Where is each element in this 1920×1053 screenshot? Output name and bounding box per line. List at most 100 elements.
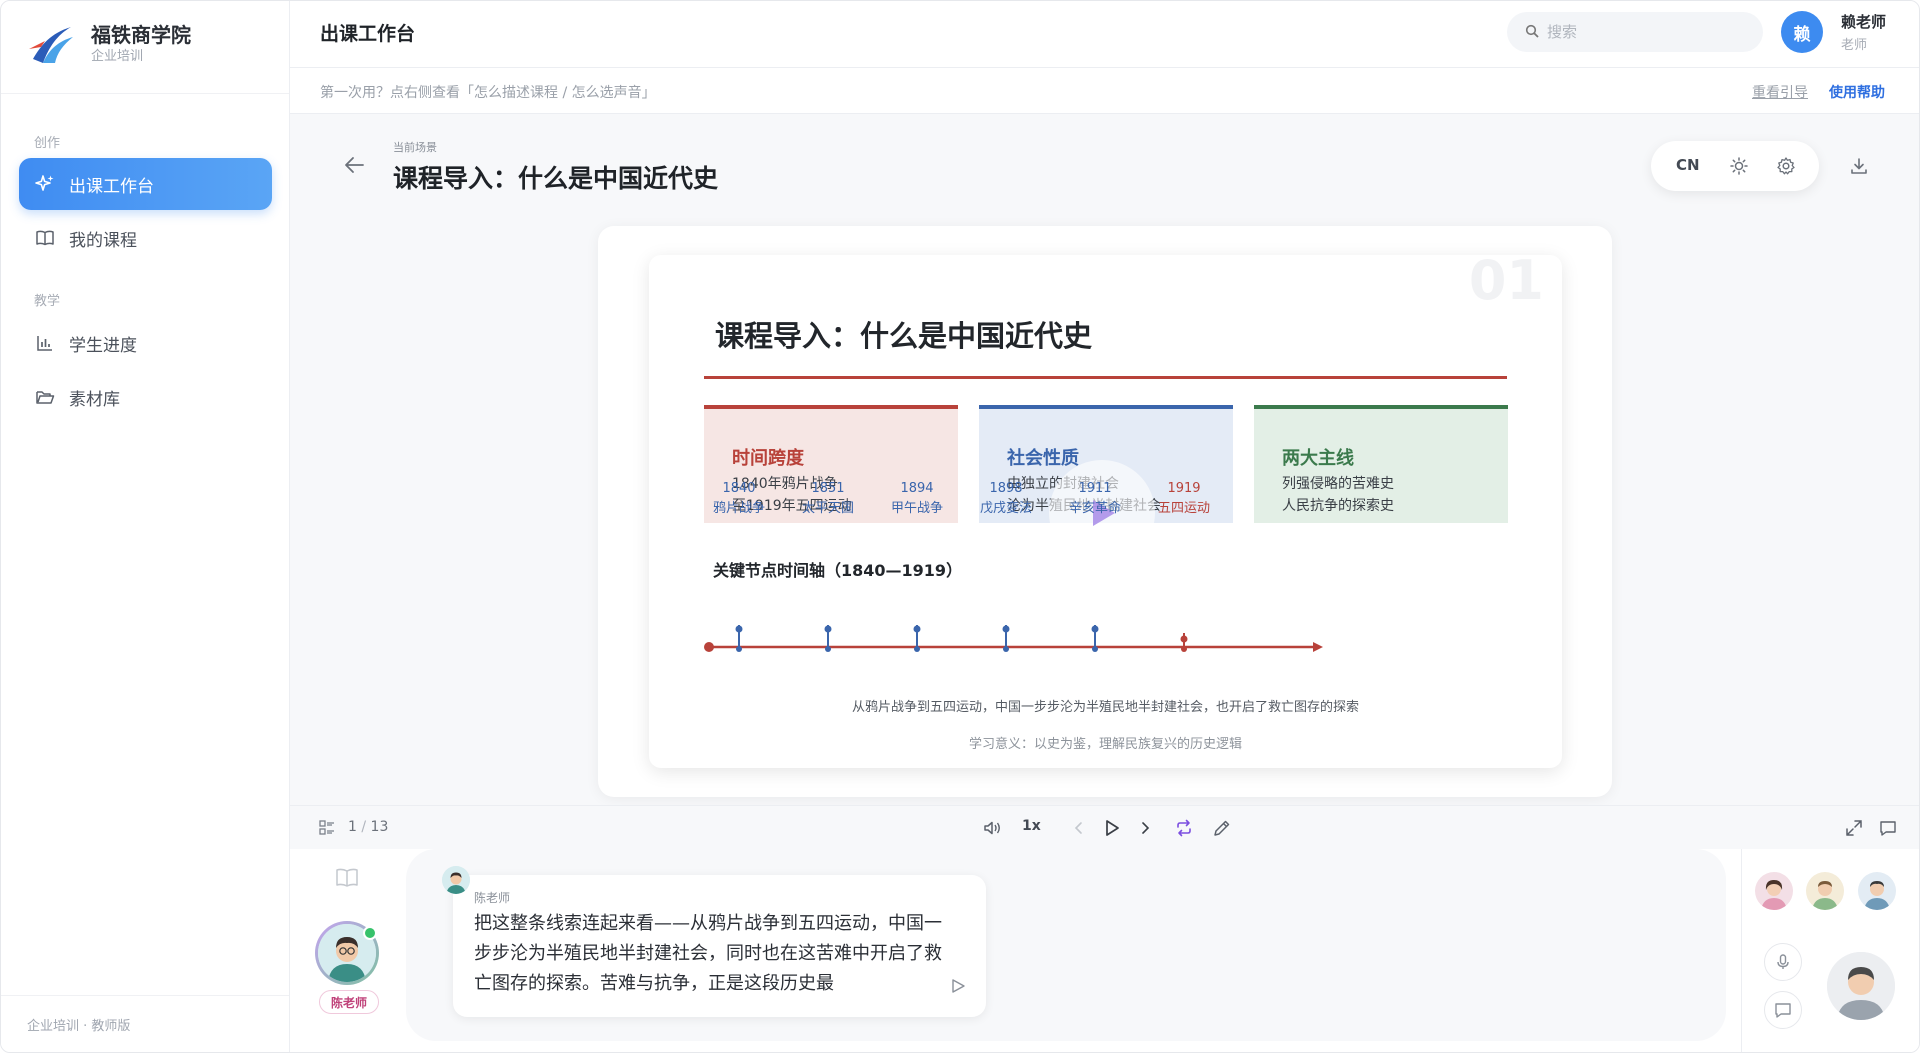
replay-guide-link[interactable]: 重看引导 (1752, 82, 1808, 102)
sidebar-footer: 企业培训 · 教师版 (27, 1019, 131, 1034)
chat-button[interactable] (1764, 991, 1802, 1029)
card-line: 列强侵略的苦难史 (1282, 476, 1394, 492)
page-current: 1 (348, 819, 357, 835)
book-icon (35, 228, 55, 248)
page-total: 13 (370, 819, 389, 835)
hint-text: 第一次用？点右侧查看「怎么描述课程 / 怎么选声音」 (320, 85, 656, 101)
brand-name: 福铁商学院 (91, 23, 191, 47)
help-link[interactable]: 使用帮助 (1829, 82, 1885, 102)
student-avatar[interactable] (1755, 872, 1793, 910)
sidebar: 福铁商学院 企业培训 创作 出课工作台 我的课程 教学 学生进度 素材库 企业培… (1, 1, 290, 1052)
card-heading: 两大主线 (1282, 448, 1354, 469)
self-avatar[interactable] (1827, 952, 1895, 1020)
user-role: 老师 (1841, 38, 1868, 53)
timeline-event: 戊戌变法 (979, 501, 1033, 516)
download-icon[interactable] (1849, 156, 1869, 176)
scene-label: 当前场景 (393, 141, 437, 154)
outline-list-icon[interactable] (318, 819, 336, 837)
chat-icon (1775, 1003, 1791, 1018)
timeline-node (914, 646, 920, 652)
timeline-event: 鸦片战争 (712, 501, 766, 516)
timeline-node (736, 646, 742, 652)
user-name[interactable]: 赖老师 (1841, 11, 1886, 32)
info-card: 两大主线 列强侵略的苦难史 人民抗争的探索史 (1254, 405, 1508, 523)
sidebar-item-workbench[interactable]: 出课工作台 (19, 158, 272, 210)
hint-bar: 第一次用？点右侧查看「怎么描述课程 / 怎么选声音」 重看引导 使用帮助 (290, 68, 1919, 114)
scene-title: 课程导入：什么是中国近代史 (393, 164, 719, 193)
card-heading: 社会性质 (1007, 448, 1079, 469)
timeline-title: 关键节点时间轴（1840—1919） (713, 561, 963, 580)
page-separator: / (356, 819, 371, 835)
folder-icon (35, 387, 55, 407)
timeline-event: 甲午战争 (890, 501, 944, 516)
card-line: 人民抗争的探索史 (1282, 498, 1394, 514)
card-heading: 时间跨度 (732, 448, 804, 469)
timeline-node (1181, 646, 1187, 652)
book-icon[interactable] (334, 865, 360, 891)
slide-meaning: 学习意义：以史为鉴，理解民族复兴的历史逻辑 (968, 737, 1242, 752)
brand[interactable]: 福铁商学院 企业培训 (27, 19, 191, 69)
slide-caption: 从鸦片战争到五四运动，中国一步步沦为半殖民地半封建社会，也开启了救亡图存的探索 (851, 700, 1359, 715)
timeline-node (1092, 646, 1098, 652)
timeline-node (1091, 625, 1099, 633)
slide: 01 课程导入：什么是中国近代史 时间跨度 1840年鸦片战争 至1919年五四… (649, 255, 1562, 768)
brand-logo-icon (27, 19, 77, 69)
student-avatar[interactable] (1806, 872, 1844, 910)
sidebar-item-my-courses[interactable]: 我的课程 (19, 212, 272, 264)
language-toggle[interactable]: CN (1676, 156, 1700, 174)
user-avatar[interactable]: 赖 (1781, 11, 1823, 53)
timeline-node (1003, 646, 1009, 652)
speaker-name: 陈老师 (474, 891, 511, 905)
divider (704, 376, 1507, 379)
app-window: 福铁商学院 企业培训 创作 出课工作台 我的课程 教学 学生进度 素材库 企业培… (0, 0, 1920, 1053)
sidebar-item-label: 我的课程 (69, 230, 137, 251)
timeline-year: 1840 (722, 481, 756, 496)
page-title: 出课工作台 (320, 23, 416, 45)
sun-icon[interactable] (1729, 156, 1749, 176)
back-arrow-icon[interactable] (343, 153, 367, 177)
timeline-year: 1894 (900, 481, 934, 496)
play-icon[interactable] (1102, 818, 1122, 838)
microphone-icon (1777, 954, 1789, 969)
fullscreen-icon[interactable] (1845, 819, 1863, 837)
sparkle-icon (35, 174, 55, 194)
message-bubble: 把这整条线索连起来看——从鸦片战争到五四运动，中国一步步沦为半殖民地半封建社会，… (453, 875, 986, 1017)
timeline-node (825, 646, 831, 652)
pen-icon[interactable] (1212, 818, 1232, 838)
volume-icon[interactable] (982, 818, 1002, 838)
timeline-year: 1911 (1078, 481, 1112, 496)
slide-title: 课程导入：什么是中国近代史 (715, 319, 1093, 353)
speed-button[interactable]: 1x (1022, 818, 1041, 834)
divider (1, 995, 289, 996)
timeline-node (913, 625, 921, 633)
message-text: 把这整条线索连起来看——从鸦片战争到五四运动，中国一步步沦为半殖民地半封建社会，… (474, 913, 942, 994)
repeat-icon[interactable] (1174, 818, 1194, 838)
speaker-avatar (442, 866, 470, 894)
sidebar-item-materials[interactable]: 素材库 (19, 371, 272, 423)
student-avatar[interactable] (1858, 872, 1896, 910)
gear-icon[interactable] (1776, 156, 1796, 176)
timeline-node (735, 625, 743, 633)
timeline-year: 1898 (989, 481, 1023, 496)
timeline-node (824, 625, 832, 633)
sidebar-item-label: 素材库 (69, 389, 120, 410)
chevron-right-icon[interactable] (1136, 819, 1154, 837)
search-input[interactable] (1547, 23, 1747, 41)
section-label-create: 创作 (34, 136, 61, 151)
comment-icon[interactable] (1879, 819, 1897, 837)
search-icon (1525, 23, 1539, 42)
timeline-year: 1919 (1167, 481, 1201, 496)
sidebar-item-student-progress[interactable]: 学生进度 (19, 317, 272, 369)
teacher-name-tag: 陈老师 (319, 990, 379, 1014)
play-audio-icon[interactable] (949, 977, 967, 995)
chevron-left-icon[interactable] (1070, 819, 1088, 837)
timeline-event: 五四运动 (1157, 501, 1211, 516)
timeline-node (1002, 625, 1010, 633)
divider (1, 93, 289, 94)
playback-controls: 1 / 13 1x (290, 805, 1919, 849)
brand-subtitle: 企业培训 (91, 49, 144, 64)
timeline-year: 1851 (811, 481, 845, 496)
microphone-button[interactable] (1764, 943, 1802, 981)
search-box[interactable] (1507, 12, 1763, 52)
section-label-teach: 教学 (34, 294, 61, 309)
